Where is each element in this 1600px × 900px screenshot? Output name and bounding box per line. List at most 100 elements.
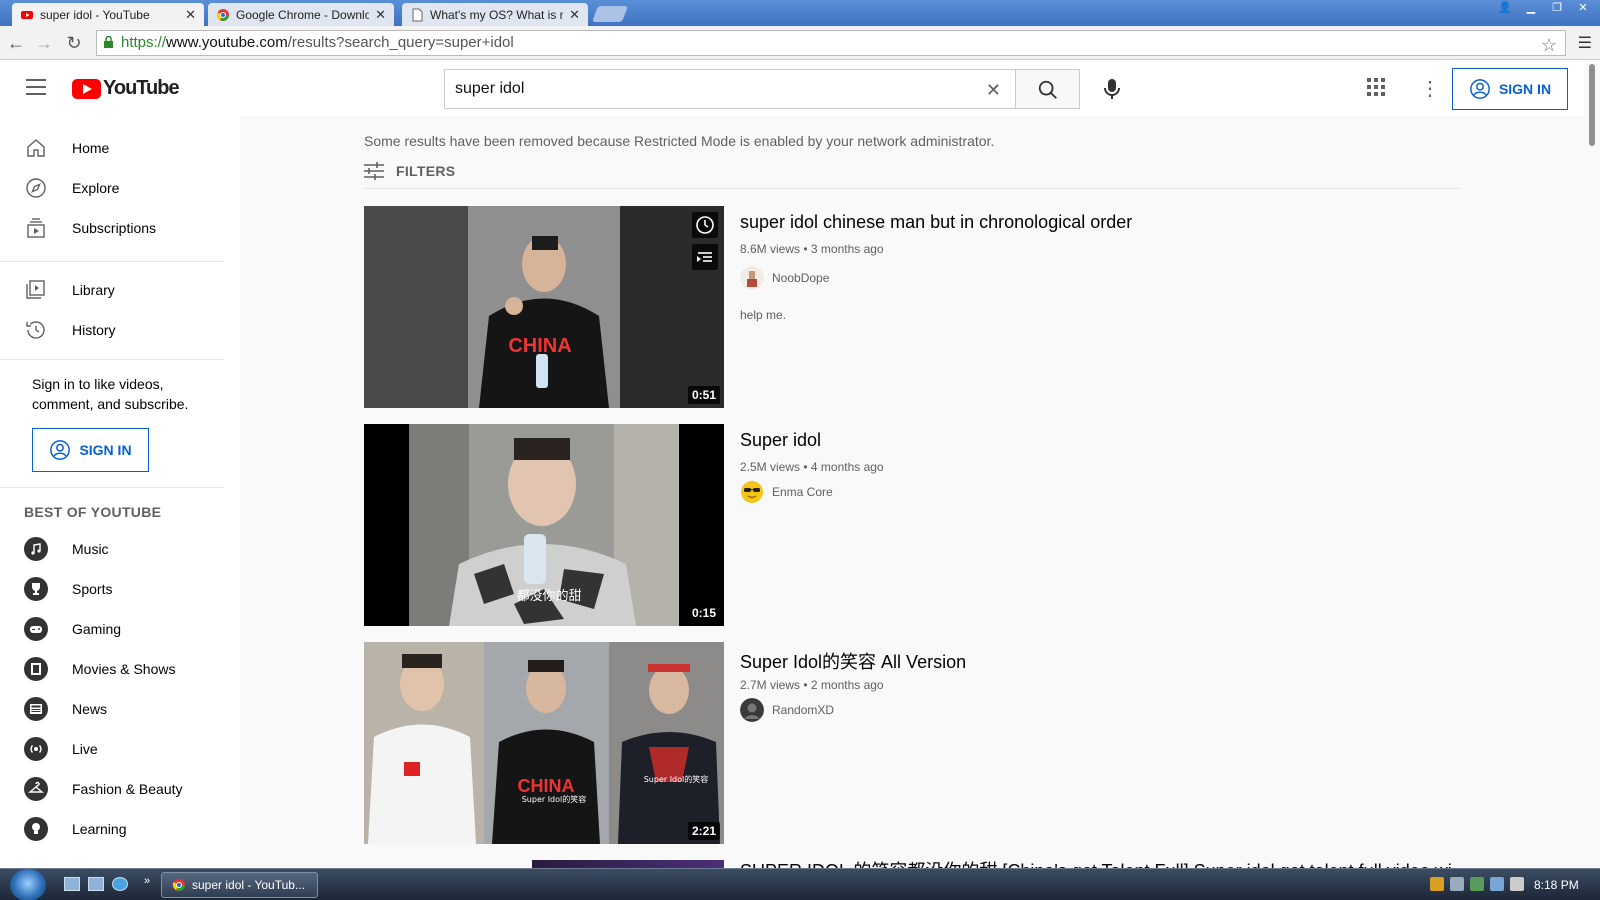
filters-button[interactable]: FILTERS	[364, 162, 455, 180]
video-title[interactable]: super idol chinese man but in chronologi…	[740, 212, 1132, 233]
gamepad-icon	[24, 617, 48, 641]
volume-icon[interactable]	[1510, 877, 1524, 891]
video-thumbnail[interactable]: CHINA 0:51	[364, 206, 724, 408]
quick-launch-chevron-icon[interactable]: »	[144, 875, 150, 887]
sidebar-item-library[interactable]: Library	[0, 270, 224, 310]
sidebar-item-sports[interactable]: Sports	[0, 569, 224, 609]
sidebar-sign-in-button[interactable]: SIGN IN	[32, 428, 149, 472]
restore-button[interactable]: ❐	[1546, 0, 1568, 16]
chrome-menu-icon[interactable]: ☰	[1578, 33, 1592, 53]
explorer-quick-launch-icon[interactable]	[88, 877, 104, 891]
tray-app-icon[interactable]	[1450, 877, 1464, 891]
bookmark-star-icon[interactable]: ☆	[1541, 33, 1557, 57]
live-icon	[24, 737, 48, 761]
video-title[interactable]: Super Idol的笑容 All Version	[740, 648, 966, 674]
video-result[interactable]: CHINA 0:51 super idol chinese man but in…	[364, 206, 1464, 408]
window-controls: 👤 ▁ ❐ ✕	[1494, 0, 1594, 16]
film-icon	[24, 657, 48, 681]
apps-grid-icon[interactable]	[1367, 78, 1385, 96]
best-of-youtube-heading: BEST OF YOUTUBE	[24, 504, 162, 520]
reload-icon[interactable]: ↻	[64, 33, 84, 53]
sidebar-item-history[interactable]: History	[0, 310, 224, 350]
tray-app-icon[interactable]	[1470, 877, 1484, 891]
account-circle-icon	[50, 440, 71, 460]
add-to-queue-button[interactable]	[692, 244, 718, 270]
sidebar-item-explore[interactable]: Explore	[0, 168, 224, 208]
sidebar-item-label: Learning	[72, 821, 127, 837]
close-tab-icon[interactable]: ✕	[185, 7, 196, 23]
channel-link[interactable]: Enma Core	[740, 480, 833, 504]
video-result[interactable]: CHINA Super Idol的笑容 Super Idol的笑容 2:21 S…	[364, 642, 1464, 844]
address-bar[interactable]: https://www.youtube.com/results?search_q…	[96, 30, 1566, 56]
sidebar-item-gaming[interactable]: Gaming	[0, 609, 224, 649]
taskbar-chrome-window[interactable]: super idol - YouTub...	[161, 872, 318, 898]
tab-whats-my-os[interactable]: What's my OS? What is m ✕	[402, 3, 588, 26]
search-input[interactable]	[445, 70, 945, 108]
channel-name: RandomXD	[772, 703, 835, 717]
close-tab-icon[interactable]: ✕	[569, 7, 580, 23]
forward-icon[interactable]: →	[34, 33, 54, 53]
search-button[interactable]	[1016, 69, 1080, 109]
browser-tab-strip: super idol - YouTube ✕ Google Chrome - D…	[0, 0, 1600, 26]
user-icon[interactable]: 👤	[1494, 0, 1516, 16]
channel-link[interactable]: NoobDope	[740, 266, 829, 290]
sidebar: Home Explore Subscriptions Library Histo…	[0, 116, 240, 868]
back-icon[interactable]: ←	[6, 33, 26, 53]
sidebar-item-label: Subscriptions	[72, 220, 157, 236]
sidebar-item-label: Explore	[72, 180, 120, 196]
chrome-favicon-icon	[216, 8, 229, 21]
hamburger-menu-icon[interactable]	[26, 79, 46, 95]
trophy-icon	[24, 577, 48, 601]
filters-label: FILTERS	[396, 163, 456, 179]
tab-youtube[interactable]: super idol - YouTube ✕	[12, 3, 204, 26]
windows-taskbar: » super idol - YouTub... 8:18 PM	[0, 868, 1600, 900]
taskbar-clock[interactable]: 8:18 PM	[1534, 878, 1579, 892]
sidebar-item-movies-shows[interactable]: Movies & Shows	[0, 649, 224, 689]
video-thumbnail[interactable]: 都没你的甜 0:15	[364, 424, 724, 626]
sidebar-item-news[interactable]: News	[0, 689, 224, 729]
clear-search-icon[interactable]: ✕	[986, 80, 1001, 101]
sidebar-divider	[0, 359, 224, 360]
video-thumbnail[interactable]	[532, 860, 724, 868]
video-duration: 2:21	[687, 822, 720, 840]
history-icon	[26, 321, 45, 339]
new-tab-button[interactable]	[592, 6, 628, 22]
sidebar-item-music[interactable]: Music	[0, 529, 224, 569]
sidebar-item-subscriptions[interactable]: Subscriptions	[0, 208, 224, 248]
show-desktop-icon[interactable]	[64, 877, 80, 891]
sidebar-item-learning[interactable]: Learning	[0, 809, 224, 849]
internet-explorer-icon[interactable]	[112, 877, 128, 891]
minimize-button[interactable]: ▁	[1520, 0, 1542, 16]
sidebar-item-home[interactable]: Home	[0, 128, 224, 168]
close-window-button[interactable]: ✕	[1572, 0, 1594, 16]
video-result[interactable]: SUPER IDOL 的笑容都没你的甜 [China's got Talent …	[532, 860, 1452, 868]
more-options-icon[interactable]: ⋮	[1420, 76, 1440, 101]
video-title[interactable]: SUPER IDOL 的笑容都没你的甜 [China's got Talent …	[740, 860, 1452, 868]
security-shield-icon[interactable]	[1430, 877, 1444, 891]
video-title[interactable]: Super idol	[740, 430, 821, 451]
sidebar-item-live[interactable]: Live	[0, 729, 224, 769]
video-meta: 8.6M views • 3 months ago	[740, 242, 884, 256]
windows-start-button[interactable]	[10, 869, 46, 900]
sidebar-divider	[0, 261, 224, 262]
tab-chrome-download[interactable]: Google Chrome - Downlo ✕	[208, 3, 394, 26]
sign-in-button[interactable]: SIGN IN	[1452, 68, 1568, 110]
network-icon[interactable]	[1490, 877, 1504, 891]
browser-toolbar: ← → ↻ https://www.youtube.com/results?se…	[0, 26, 1600, 60]
video-thumbnail[interactable]: CHINA Super Idol的笑容 Super Idol的笑容 2:21	[364, 642, 724, 844]
close-tab-icon[interactable]: ✕	[375, 7, 386, 23]
page-scrollbar-track[interactable]	[1584, 60, 1600, 868]
microphone-icon[interactable]	[1094, 71, 1130, 107]
page-scrollbar-thumb[interactable]	[1589, 64, 1595, 146]
sidebar-item-label: Home	[72, 140, 110, 156]
url-path: /results?search_query=super+idol	[287, 34, 514, 51]
channel-link[interactable]: RandomXD	[740, 698, 834, 722]
video-result[interactable]: 都没你的甜 0:15 Super idol 2.5M views • 4 mon…	[364, 424, 1464, 626]
lock-icon	[104, 36, 113, 48]
sidebar-item-fashion-beauty[interactable]: Fashion & Beauty	[0, 769, 224, 809]
account-circle-icon	[1470, 79, 1490, 99]
subscriptions-icon	[27, 218, 45, 238]
watch-later-button[interactable]	[692, 212, 718, 238]
sidebar-item-label: News	[72, 701, 108, 717]
youtube-logo[interactable]: YouTube	[72, 77, 180, 100]
